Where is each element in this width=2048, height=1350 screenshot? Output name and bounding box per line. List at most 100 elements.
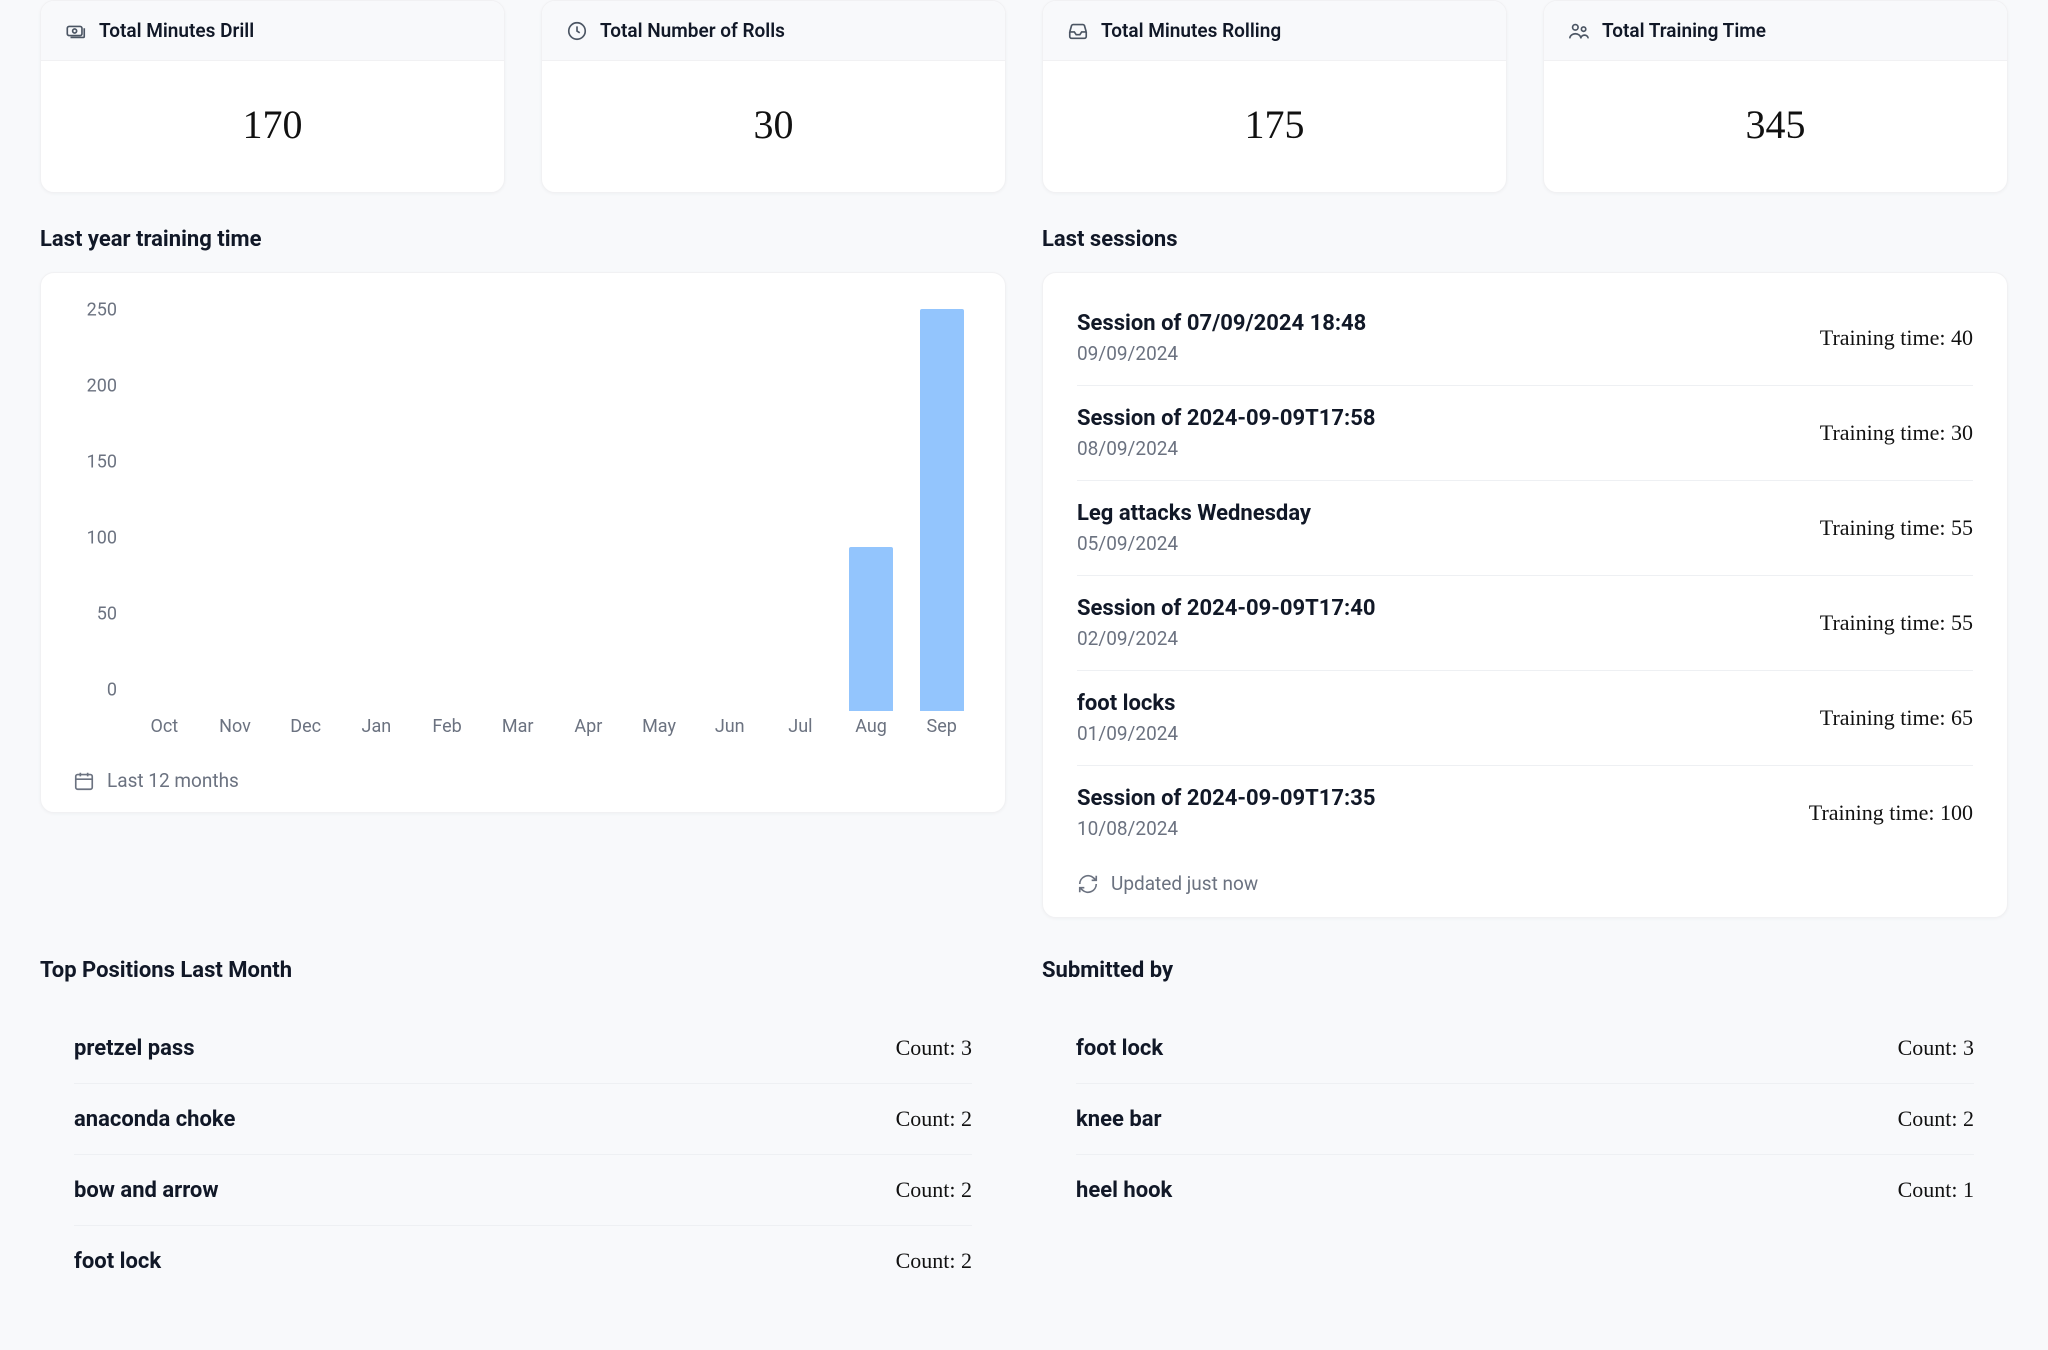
sessions-list: Session of 07/09/2024 18:48 09/09/2024 Tra… xyxy=(1077,291,1973,860)
stat-label: Total Training Time xyxy=(1602,19,1766,42)
list-item-name: foot lock xyxy=(74,1249,161,1274)
calendar-icon xyxy=(73,770,95,792)
x-tick: Mar xyxy=(482,716,553,737)
bar-slot xyxy=(553,301,624,711)
session-title: Leg attacks Wednesday xyxy=(1077,501,1311,526)
y-tick: 0 xyxy=(107,680,117,701)
bar-slot xyxy=(694,301,765,711)
x-tick: Apr xyxy=(553,716,624,737)
session-row[interactable]: Leg attacks Wednesday 05/09/2024 Training … xyxy=(1077,481,1973,576)
session-time: Training time: 55 xyxy=(1820,515,1973,541)
y-tick: 150 xyxy=(87,452,117,473)
session-time: Training time: 30 xyxy=(1820,420,1973,446)
session-time: Training time: 100 xyxy=(1809,800,1973,826)
session-row[interactable]: Session of 2024-09-09T17:40 02/09/2024 Tra… xyxy=(1077,576,1973,671)
session-left: foot locks01/09/2024 xyxy=(1077,691,1178,745)
session-date: 09/09/2024 xyxy=(1077,342,1366,365)
session-date: 02/09/2024 xyxy=(1077,627,1375,650)
lists-row: Top Positions Last Month pretzel passCou… xyxy=(40,958,2008,1306)
stat-header: Total Number of Rolls xyxy=(542,1,1005,61)
list-item-count: Count: 3 xyxy=(1898,1035,1974,1061)
list-item-name: pretzel pass xyxy=(74,1036,195,1061)
session-time: Training time: 55 xyxy=(1820,610,1973,636)
session-row[interactable]: foot locks01/09/2024 Training time: 65 xyxy=(1077,671,1973,766)
y-tick: 250 xyxy=(87,300,117,321)
chart-sessions-row: Last year training time 050100150200250 … xyxy=(40,227,2008,918)
submitted-title: Submitted by xyxy=(1042,958,2008,983)
positions-title: Top Positions Last Month xyxy=(40,958,1006,983)
stat-label: Total Number of Rolls xyxy=(600,19,785,42)
list-item[interactable]: foot lock Count: 2 xyxy=(74,1226,972,1296)
stats-row: Total Minutes Drill 170 Total Number of … xyxy=(40,0,2008,193)
stat-value: 30 xyxy=(542,61,1005,192)
bar-slot xyxy=(836,301,907,711)
x-tick: Dec xyxy=(270,716,341,737)
list-item-name: foot lock xyxy=(1076,1036,1163,1061)
list-item[interactable]: heel hookCount: 1 xyxy=(1076,1155,1974,1225)
stat-card-rolling: Total Minutes Rolling 175 xyxy=(1042,0,1507,193)
bar-slot xyxy=(906,301,977,711)
chart-area: 050100150200250 OctNovDecJanFebMarAprMay… xyxy=(69,301,977,741)
chart-bars xyxy=(129,301,977,711)
session-title: Session of 07/09/2024 18:48 xyxy=(1077,311,1366,336)
sessions-card: Session of 07/09/2024 18:48 09/09/2024 Tra… xyxy=(1042,272,2008,918)
list-item-count: Count: 2 xyxy=(896,1106,972,1132)
session-time: Training time: 65 xyxy=(1820,705,1973,731)
session-row[interactable]: Session of 2024-09-09T17:3510/08/2024 Tra… xyxy=(1077,766,1973,860)
chart-title: Last year training time xyxy=(40,227,1006,252)
stat-value: 170 xyxy=(41,61,504,192)
list-item-name: bow and arrow xyxy=(74,1178,219,1203)
y-tick: 50 xyxy=(97,604,117,625)
list-item-count: Count: 2 xyxy=(896,1248,972,1274)
stat-card-total: Total Training Time 345 xyxy=(1543,0,2008,193)
stat-label: Total Minutes Drill xyxy=(99,19,254,42)
bar-slot xyxy=(765,301,836,711)
refresh-icon xyxy=(1077,873,1099,895)
positions-panel: Top Positions Last Month pretzel passCou… xyxy=(40,958,1006,1306)
session-row[interactable]: Session of 2024-09-09T17:5808/09/2024 Tra… xyxy=(1077,386,1973,481)
session-left: Session of 2024-09-09T17:5808/09/2024 xyxy=(1077,406,1375,460)
chart-footer-text: Last 12 months xyxy=(107,769,239,792)
session-date: 10/08/2024 xyxy=(1077,817,1375,840)
stat-header: Total Training Time xyxy=(1544,1,2007,61)
stat-card-rolls: Total Number of Rolls 30 xyxy=(541,0,1006,193)
x-tick: Jun xyxy=(694,716,765,737)
submitted-panel: Submitted by foot lockCount: 3knee barCo… xyxy=(1042,958,2008,1306)
session-time: Training time: 40 xyxy=(1820,325,1973,351)
stat-card-drill: Total Minutes Drill 170 xyxy=(40,0,505,193)
session-row[interactable]: Session of 07/09/2024 18:48 09/09/2024 Tra… xyxy=(1077,291,1973,386)
session-left: Session of 07/09/2024 18:48 09/09/2024 xyxy=(1077,311,1366,365)
session-left: Session of 2024-09-09T17:3510/08/2024 xyxy=(1077,786,1375,840)
list-item-name: knee bar xyxy=(1076,1107,1162,1132)
list-item[interactable]: pretzel passCount: 3 xyxy=(74,1013,972,1084)
session-date: 08/09/2024 xyxy=(1077,437,1375,460)
list-item[interactable]: bow and arrowCount: 2 xyxy=(74,1155,972,1226)
x-tick: Feb xyxy=(412,716,483,737)
list-item[interactable]: knee barCount: 2 xyxy=(1076,1084,1974,1155)
session-title: Session of 2024-09-09T17:40 xyxy=(1077,596,1375,621)
stat-label: Total Minutes Rolling xyxy=(1101,19,1281,42)
chart-bar xyxy=(849,547,893,711)
people-icon xyxy=(1568,20,1590,42)
x-tick: May xyxy=(624,716,695,737)
list-item-count: Count: 1 xyxy=(1898,1177,1974,1203)
session-date: 05/09/2024 xyxy=(1077,532,1311,555)
chart-footer: Last 12 months xyxy=(69,769,977,792)
stat-value: 345 xyxy=(1544,61,2007,192)
list-item[interactable]: foot lock Count: 3 xyxy=(1076,1013,1974,1084)
bar-slot xyxy=(482,301,553,711)
bar-slot xyxy=(129,301,200,711)
x-tick: Nov xyxy=(200,716,271,737)
x-tick: Jul xyxy=(765,716,836,737)
session-left: Leg attacks Wednesday 05/09/2024 xyxy=(1077,501,1311,555)
sessions-footer: Updated just now xyxy=(1077,860,1973,895)
chart-plot: OctNovDecJanFebMarAprMayJunJulAugSep xyxy=(129,301,977,741)
list-item[interactable]: anaconda chokeCount: 2 xyxy=(74,1084,972,1155)
inbox-icon xyxy=(1067,20,1089,42)
stat-header: Total Minutes Rolling xyxy=(1043,1,1506,61)
x-tick: Aug xyxy=(836,716,907,737)
bar-slot xyxy=(412,301,483,711)
sessions-panel: Last sessions Session of 07/09/2024 18:4… xyxy=(1042,227,2008,918)
chart-bar xyxy=(920,309,964,711)
chart-x-axis: OctNovDecJanFebMarAprMayJunJulAugSep xyxy=(129,711,977,741)
